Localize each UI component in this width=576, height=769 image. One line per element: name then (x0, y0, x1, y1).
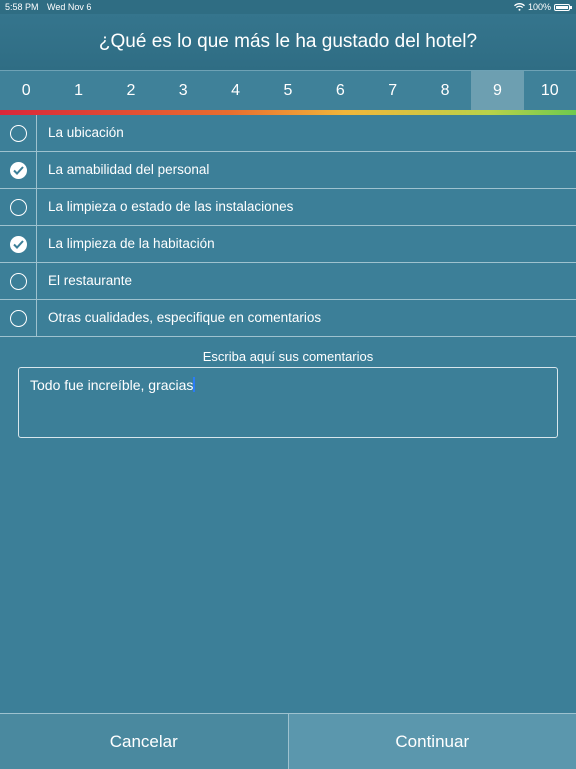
comments-input[interactable]: Todo fue increíble, gracias (18, 367, 558, 438)
status-right: 100% (514, 0, 570, 14)
comments-label: Escriba aquí sus comentarios (0, 349, 576, 364)
footer-bar: Cancelar Continuar (0, 713, 576, 769)
option-row[interactable]: La amabilidad del personal (0, 152, 576, 189)
battery-icon (554, 4, 570, 11)
comments-text: Todo fue increíble, gracias (30, 377, 193, 393)
empty-circle-icon[interactable] (10, 199, 27, 216)
text-caret (193, 377, 195, 392)
empty-circle-icon[interactable] (10, 310, 27, 327)
option-row[interactable]: El restaurante (0, 263, 576, 300)
score-option-7[interactable]: 7 (367, 71, 419, 111)
cancel-button[interactable]: Cancelar (0, 714, 289, 769)
option-row[interactable]: La limpieza o estado de las instalacione… (0, 189, 576, 226)
empty-circle-icon[interactable] (10, 273, 27, 290)
wifi-icon (514, 3, 525, 11)
option-label: La limpieza o estado de las instalacione… (37, 189, 293, 225)
score-option-8[interactable]: 8 (419, 71, 471, 111)
checkbox-cell[interactable] (0, 226, 37, 262)
empty-circle-icon[interactable] (10, 125, 27, 142)
battery-percent: 100% (528, 0, 551, 14)
score-option-6[interactable]: 6 (314, 71, 366, 111)
score-option-0[interactable]: 0 (0, 71, 52, 111)
option-label: El restaurante (37, 263, 132, 299)
score-option-4[interactable]: 4 (209, 71, 261, 111)
score-option-3[interactable]: 3 (157, 71, 209, 111)
checkbox-cell[interactable] (0, 300, 37, 336)
checkmark-circle-icon[interactable] (10, 236, 27, 253)
score-option-9[interactable]: 9 (471, 71, 523, 111)
checkbox-cell[interactable] (0, 152, 37, 188)
option-label: Otras cualidades, especifique en comenta… (37, 300, 321, 336)
option-label: La ubicación (37, 115, 124, 151)
option-row[interactable]: Otras cualidades, especifique en comenta… (0, 300, 576, 337)
score-option-5[interactable]: 5 (262, 71, 314, 111)
checkbox-cell[interactable] (0, 263, 37, 299)
option-label: La limpieza de la habitación (37, 226, 215, 262)
option-row[interactable]: La ubicación (0, 115, 576, 152)
option-label: La amabilidad del personal (37, 152, 209, 188)
score-option-10[interactable]: 10 (524, 71, 576, 111)
checkbox-cell[interactable] (0, 189, 37, 225)
checkmark-circle-icon[interactable] (10, 162, 27, 179)
page-title: ¿Qué es lo que más le ha gustado del hot… (0, 14, 576, 70)
continue-button[interactable]: Continuar (289, 714, 576, 769)
options-list: La ubicaciónLa amabilidad del personalLa… (0, 115, 576, 337)
score-option-2[interactable]: 2 (105, 71, 157, 111)
score-option-1[interactable]: 1 (52, 71, 104, 111)
checkbox-cell[interactable] (0, 115, 37, 151)
status-date: Wed Nov 6 (47, 0, 91, 14)
status-bar: 5:58 PM Wed Nov 6 100% (0, 0, 576, 14)
score-scale: 012345678910 (0, 70, 576, 111)
option-row[interactable]: La limpieza de la habitación (0, 226, 576, 263)
status-time: 5:58 PM (5, 0, 39, 14)
